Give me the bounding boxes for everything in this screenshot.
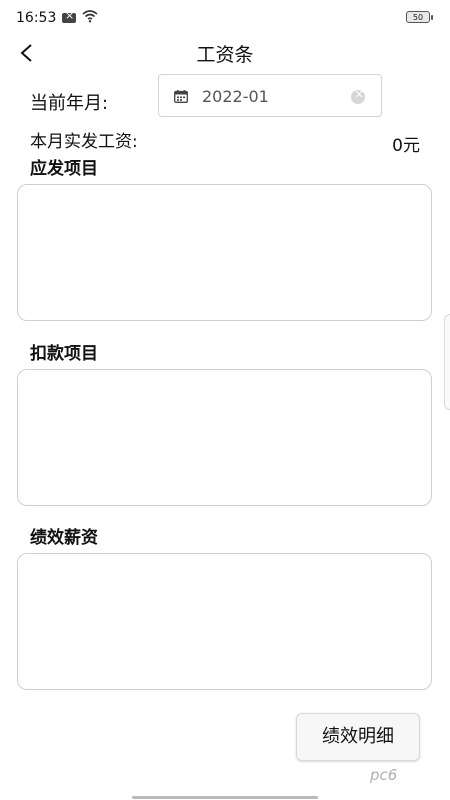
actual-salary-value: 0元: [392, 136, 420, 156]
payable-items-title: 应发项目: [30, 159, 98, 179]
performance-salary-title: 绩效薪资: [30, 528, 98, 548]
page-title: 工资条: [196, 44, 254, 66]
notification-icon: [62, 9, 76, 23]
clear-icon[interactable]: [351, 87, 365, 104]
month-value: 2022-01: [202, 87, 269, 106]
home-indicator: [132, 796, 318, 799]
current-month-label: 当前年月:: [30, 93, 109, 114]
battery-icon: 50: [406, 11, 433, 23]
deduction-items-box: [17, 369, 432, 506]
payable-items-box: [17, 184, 432, 321]
wifi-icon: [82, 10, 98, 23]
watermark-logo: pc6: [370, 766, 398, 784]
status-bar: 16:53 50: [0, 0, 450, 36]
actual-salary-label: 本月实发工资:: [30, 132, 138, 152]
performance-salary-box: [17, 553, 432, 690]
month-picker-field[interactable]: 2022-01: [158, 74, 382, 117]
status-time: 16:53: [16, 10, 57, 26]
performance-detail-button[interactable]: 绩效明细: [296, 713, 420, 761]
side-drawer-handle[interactable]: [444, 314, 450, 410]
calendar-icon: [174, 90, 188, 103]
deduction-items-title: 扣款项目: [30, 344, 98, 364]
